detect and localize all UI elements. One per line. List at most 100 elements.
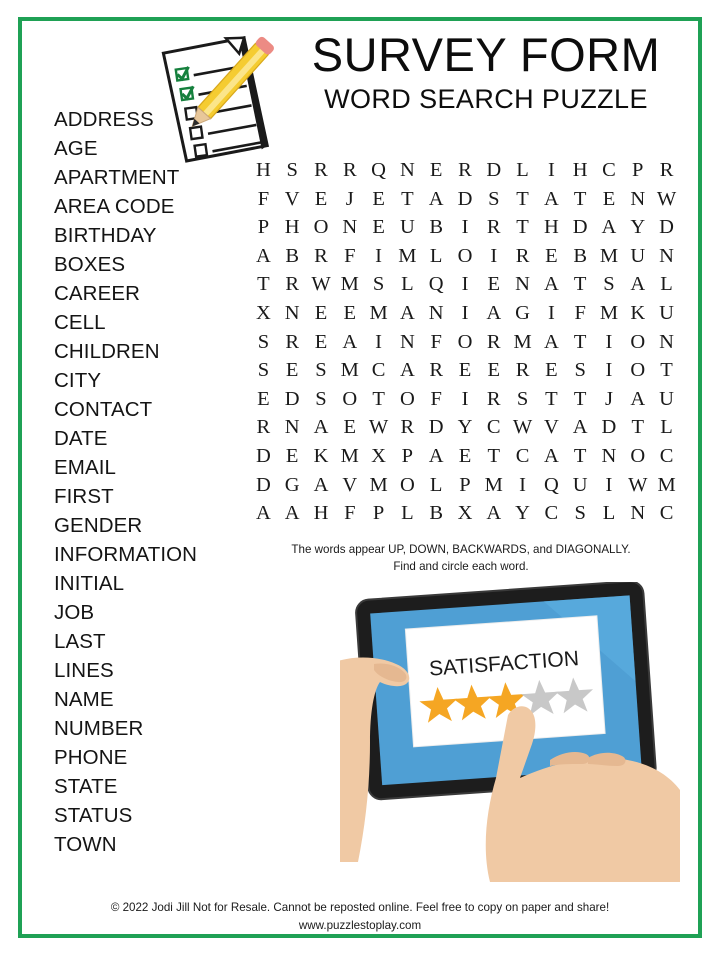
- grid-cell[interactable]: A: [595, 217, 624, 238]
- grid-cell[interactable]: C: [364, 360, 393, 381]
- word-list-item[interactable]: LAST: [54, 627, 244, 656]
- grid-cell[interactable]: A: [479, 303, 508, 324]
- grid-cell[interactable]: S: [307, 360, 336, 381]
- word-list-item[interactable]: NAME: [54, 685, 244, 714]
- grid-cell[interactable]: U: [652, 303, 681, 324]
- grid-cell[interactable]: R: [393, 417, 422, 438]
- grid-cell[interactable]: E: [422, 160, 451, 181]
- grid-cell[interactable]: E: [479, 274, 508, 295]
- grid-cell[interactable]: D: [479, 160, 508, 181]
- word-list-item[interactable]: TOWN: [54, 830, 244, 859]
- grid-cell[interactable]: H: [566, 160, 595, 181]
- grid-cell[interactable]: A: [335, 332, 364, 353]
- grid-cell[interactable]: U: [393, 217, 422, 238]
- grid-cell[interactable]: I: [479, 246, 508, 267]
- grid-cell[interactable]: S: [566, 503, 595, 524]
- grid-cell[interactable]: N: [508, 274, 537, 295]
- grid-cell[interactable]: R: [278, 332, 307, 353]
- grid-cell[interactable]: C: [595, 160, 624, 181]
- grid-cell[interactable]: L: [393, 274, 422, 295]
- grid-cell[interactable]: H: [278, 217, 307, 238]
- grid-cell[interactable]: N: [422, 303, 451, 324]
- grid-cell[interactable]: T: [566, 446, 595, 467]
- grid-cell[interactable]: E: [537, 246, 566, 267]
- grid-cell[interactable]: A: [307, 475, 336, 496]
- grid-cell[interactable]: B: [278, 246, 307, 267]
- grid-cell[interactable]: N: [278, 303, 307, 324]
- grid-cell[interactable]: P: [393, 446, 422, 467]
- grid-cell[interactable]: J: [335, 189, 364, 210]
- grid-cell[interactable]: X: [364, 446, 393, 467]
- grid-cell[interactable]: Q: [537, 475, 566, 496]
- grid-cell[interactable]: N: [278, 417, 307, 438]
- grid-cell[interactable]: E: [278, 446, 307, 467]
- grid-cell[interactable]: N: [595, 446, 624, 467]
- grid-cell[interactable]: V: [537, 417, 566, 438]
- grid-cell[interactable]: N: [652, 332, 681, 353]
- grid-cell[interactable]: E: [451, 446, 480, 467]
- grid-cell[interactable]: R: [479, 217, 508, 238]
- grid-cell[interactable]: E: [278, 360, 307, 381]
- grid-cell[interactable]: X: [451, 503, 480, 524]
- grid-cell[interactable]: K: [307, 446, 336, 467]
- grid-cell[interactable]: E: [335, 303, 364, 324]
- grid-cell[interactable]: A: [307, 417, 336, 438]
- grid-cell[interactable]: P: [364, 503, 393, 524]
- grid-cell[interactable]: R: [307, 246, 336, 267]
- grid-cell[interactable]: T: [566, 189, 595, 210]
- word-list-item[interactable]: LINES: [54, 656, 244, 685]
- grid-cell[interactable]: A: [249, 503, 278, 524]
- grid-cell[interactable]: I: [595, 360, 624, 381]
- grid-cell[interactable]: S: [278, 160, 307, 181]
- grid-cell[interactable]: R: [307, 160, 336, 181]
- grid-cell[interactable]: N: [393, 160, 422, 181]
- grid-cell[interactable]: B: [422, 503, 451, 524]
- word-list-item[interactable]: PHONE: [54, 743, 244, 772]
- grid-cell[interactable]: F: [422, 389, 451, 410]
- grid-cell[interactable]: L: [652, 274, 681, 295]
- grid-cell[interactable]: T: [537, 389, 566, 410]
- grid-cell[interactable]: L: [422, 246, 451, 267]
- grid-cell[interactable]: R: [249, 417, 278, 438]
- grid-cell[interactable]: W: [623, 475, 652, 496]
- grid-cell[interactable]: M: [652, 475, 681, 496]
- grid-cell[interactable]: C: [652, 503, 681, 524]
- grid-cell[interactable]: F: [249, 189, 278, 210]
- grid-cell[interactable]: E: [249, 389, 278, 410]
- grid-cell[interactable]: N: [652, 246, 681, 267]
- word-list-item[interactable]: STATUS: [54, 801, 244, 830]
- grid-cell[interactable]: E: [364, 217, 393, 238]
- grid-cell[interactable]: A: [537, 332, 566, 353]
- word-search-grid[interactable]: HSRRQNERDLIHCPRFVEJETADSTATENWPHONEUBIRT…: [249, 156, 681, 528]
- grid-cell[interactable]: K: [623, 303, 652, 324]
- word-list-item[interactable]: ADDRESS: [54, 105, 244, 134]
- grid-cell[interactable]: I: [451, 389, 480, 410]
- grid-cell[interactable]: M: [595, 246, 624, 267]
- grid-cell[interactable]: I: [508, 475, 537, 496]
- grid-cell[interactable]: D: [566, 217, 595, 238]
- grid-cell[interactable]: E: [307, 189, 336, 210]
- word-list-item[interactable]: CHILDREN: [54, 337, 244, 366]
- word-list-item[interactable]: DATE: [54, 424, 244, 453]
- grid-cell[interactable]: J: [595, 389, 624, 410]
- grid-cell[interactable]: R: [422, 360, 451, 381]
- grid-cell[interactable]: I: [537, 303, 566, 324]
- grid-cell[interactable]: W: [307, 274, 336, 295]
- grid-cell[interactable]: G: [508, 303, 537, 324]
- grid-cell[interactable]: D: [422, 417, 451, 438]
- grid-cell[interactable]: T: [508, 189, 537, 210]
- grid-cell[interactable]: I: [364, 332, 393, 353]
- grid-cell[interactable]: D: [652, 217, 681, 238]
- grid-cell[interactable]: O: [623, 446, 652, 467]
- grid-cell[interactable]: D: [595, 417, 624, 438]
- grid-cell[interactable]: M: [335, 360, 364, 381]
- grid-cell[interactable]: H: [537, 217, 566, 238]
- grid-cell[interactable]: Q: [422, 274, 451, 295]
- grid-cell[interactable]: I: [364, 246, 393, 267]
- grid-cell[interactable]: T: [652, 360, 681, 381]
- grid-cell[interactable]: T: [364, 389, 393, 410]
- grid-cell[interactable]: T: [249, 274, 278, 295]
- grid-cell[interactable]: N: [335, 217, 364, 238]
- word-list-item[interactable]: GENDER: [54, 511, 244, 540]
- grid-cell[interactable]: A: [278, 503, 307, 524]
